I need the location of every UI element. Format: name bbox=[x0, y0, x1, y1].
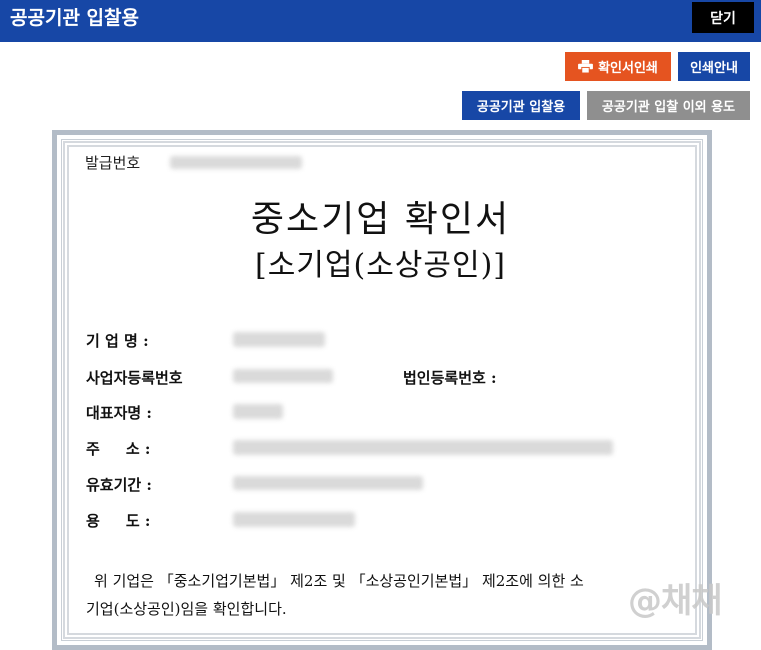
validity-redacted bbox=[233, 476, 423, 490]
address-label: 주 소 : bbox=[86, 440, 151, 458]
print-guide-button[interactable]: 인쇄안내 bbox=[678, 52, 750, 81]
issue-number-label: 발급번호 bbox=[85, 154, 141, 172]
purpose-redacted bbox=[233, 512, 355, 527]
public-bid-button[interactable]: 공공기관 입찰용 bbox=[462, 91, 580, 120]
certificate-title: 중소기업 확인서 bbox=[250, 199, 511, 240]
address-redacted bbox=[233, 440, 613, 455]
print-certificate-button[interactable]: 확인서인쇄 bbox=[565, 52, 671, 81]
print-certificate-label: 확인서인쇄 bbox=[598, 61, 658, 76]
watermark-text: @채채 bbox=[628, 581, 723, 621]
validity-label: 유효기간 : bbox=[86, 476, 152, 494]
company-name-redacted bbox=[233, 332, 325, 347]
purpose-label: 용 도 : bbox=[86, 512, 151, 530]
business-reg-label: 사업자등록번호 bbox=[86, 369, 183, 387]
close-button[interactable]: 닫기 bbox=[692, 2, 754, 33]
statement-line-2: 기업(소상공인)임을 확인합니다. bbox=[86, 600, 287, 618]
certificate-subtitle: [소기업(소상공인)] bbox=[254, 248, 507, 283]
page-title: 공공기관 입찰용 bbox=[10, 7, 139, 29]
top-bar: 공공기관 입찰용 닫기 bbox=[0, 0, 761, 42]
printer-icon bbox=[578, 60, 594, 73]
statement-text-1: 위 기업은 「중소기업기본법」 제2조 및 「소상공인기본법」 제2조에 의한 … bbox=[94, 572, 584, 590]
business-reg-redacted bbox=[233, 369, 333, 383]
corporate-reg-label: 법인등록번호 : bbox=[403, 369, 497, 387]
issue-number-redacted bbox=[170, 156, 302, 169]
company-name-label: 기 업 명 : bbox=[86, 332, 149, 350]
representative-label: 대표자명 : bbox=[86, 404, 152, 422]
other-purpose-button[interactable]: 공공기관 입찰 이외 용도 bbox=[587, 91, 750, 120]
representative-redacted bbox=[233, 404, 283, 419]
